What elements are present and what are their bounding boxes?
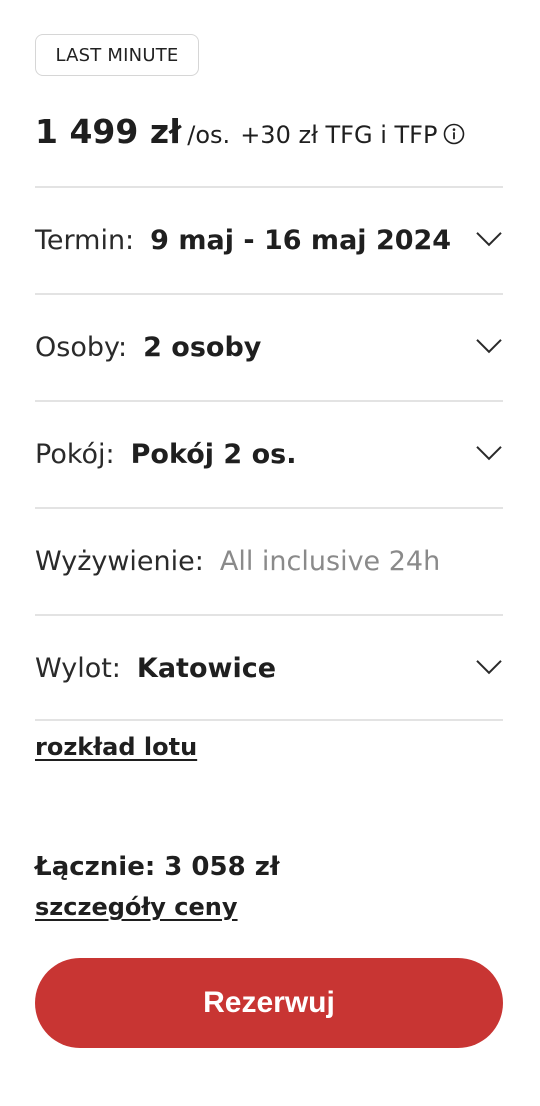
info-icon[interactable] [443, 123, 465, 145]
field-wylot[interactable]: Wylot: Katowice [35, 614, 503, 721]
field-wyzywienie: Wyżywienie: All inclusive 24h [35, 507, 503, 614]
last-minute-badge: LAST MINUTE [35, 34, 199, 76]
chevron-down-icon[interactable] [475, 229, 503, 247]
field-value: 2 osoby [143, 332, 262, 363]
field-value: All inclusive 24h [219, 546, 441, 577]
field-value: Pokój 2 os. [130, 439, 297, 470]
chevron-down-icon[interactable] [475, 336, 503, 354]
price-fee: +30 zł TFG i TFP [240, 121, 438, 149]
field-label: Pokój: [35, 439, 115, 470]
field-label: Wyżywienie: [35, 546, 204, 577]
field-termin[interactable]: Termin: 9 maj - 16 maj 2024 [35, 186, 503, 293]
field-label: Termin: [35, 225, 135, 256]
chevron-down-icon[interactable] [475, 657, 503, 675]
flight-schedule-link[interactable]: rozkład lotu [35, 733, 197, 761]
reserve-button[interactable]: Rezerwuj [35, 958, 503, 1048]
field-label: Wylot: [35, 653, 121, 684]
total-price: Łącznie: 3 058 zł [35, 852, 280, 882]
divider [35, 719, 503, 721]
price-details-link[interactable]: szczegóły ceny [35, 893, 238, 921]
field-label: Osoby: [35, 332, 128, 363]
field-pokoj[interactable]: Pokój: Pokój 2 os. [35, 400, 503, 507]
field-value: 9 maj - 16 maj 2024 [150, 225, 452, 256]
price-amount: 1 499 zł [35, 112, 182, 151]
field-osoby[interactable]: Osoby: 2 osoby [35, 293, 503, 400]
price-row: 1 499 zł /os. +30 zł TFG i TFP [35, 112, 465, 158]
field-value: Katowice [136, 653, 277, 684]
chevron-down-icon[interactable] [475, 443, 503, 461]
price-unit: /os. [187, 121, 231, 149]
